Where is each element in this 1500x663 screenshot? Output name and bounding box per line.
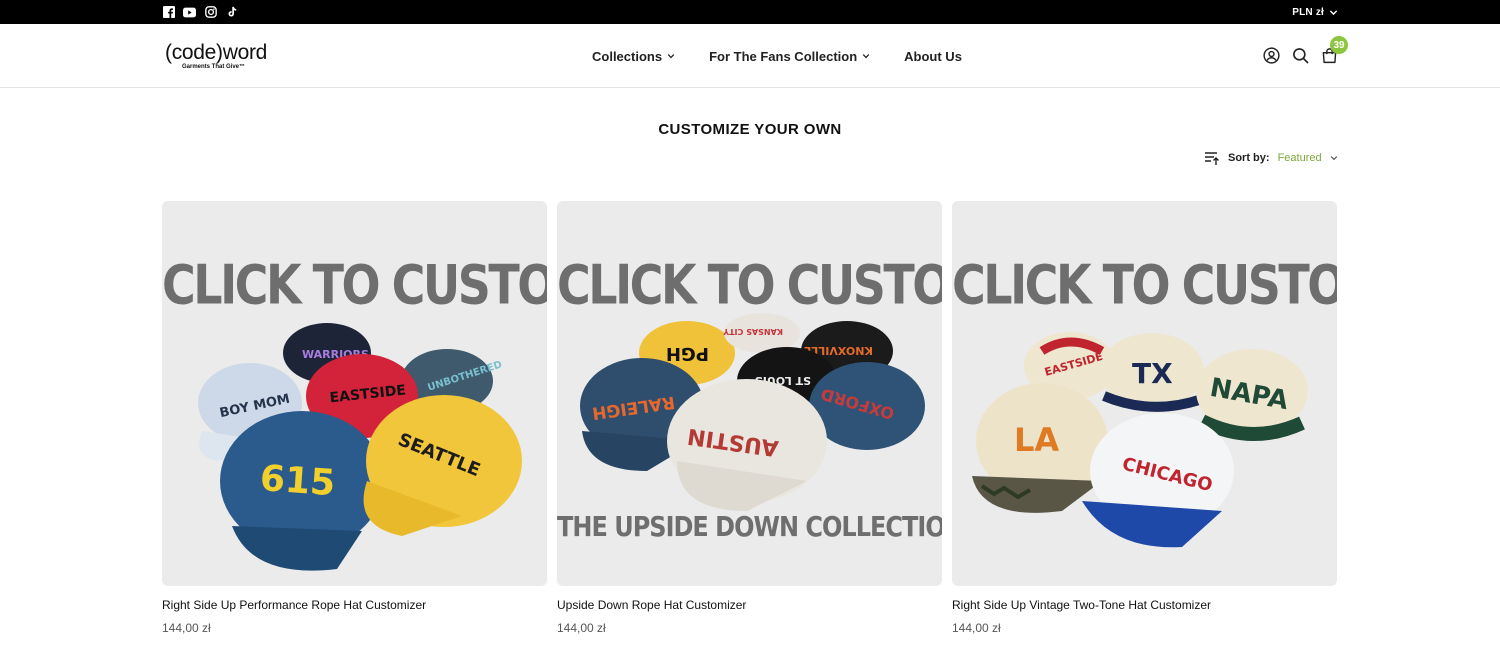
chevron-down-icon [1330, 156, 1337, 161]
page-title: CUSTOMIZE YOUR OWN [658, 121, 842, 138]
product-price: 144,00 zł [952, 621, 1001, 635]
hats-illustration: PGH KANSAS CITY KNOXVILLE ST LOUIS RALEI… [580, 313, 925, 511]
instagram-icon[interactable] [204, 6, 217, 19]
logo-tagline: Garments That Give™ [182, 63, 246, 70]
sort-label: Sort by: [1228, 152, 1270, 164]
site-logo[interactable]: (code)word Garments That Give™ [165, 42, 267, 70]
nav-label: About Us [904, 48, 962, 64]
nav-label: For The Fans Collection [709, 48, 858, 64]
product-card[interactable]: CLICK TO CUSTOMIZE EASTSIDE TX NAPA LA C… [952, 201, 1337, 635]
product-card[interactable]: CLICK TO CUSTOMIZE PGH KANSAS CITY KNOXV… [557, 201, 942, 635]
site-header: (code)word Garments That Give™ Collectio… [0, 24, 1500, 88]
cart-icon[interactable]: 39 [1321, 36, 1348, 64]
nav-collections[interactable]: Collections [592, 49, 675, 64]
youtube-icon[interactable] [183, 6, 196, 19]
hat-text: TX [1132, 357, 1173, 390]
product-image-subline: THE UPSIDE DOWN COLLECTION [557, 510, 942, 544]
sort-value[interactable]: Featured [1278, 152, 1338, 164]
product-image-headline: CLICK TO CUSTOMIZE [952, 253, 1337, 317]
product-name[interactable]: Right Side Up Performance Rope Hat Custo… [162, 598, 547, 612]
sort-value-text: Featured [1277, 152, 1322, 164]
product-card[interactable]: CLICK TO CUSTOMIZE WARRIORS UNBOTHERED B… [162, 201, 547, 635]
product-image[interactable]: CLICK TO CUSTOMIZE WARRIORS UNBOTHERED B… [162, 201, 547, 586]
social-links [162, 6, 238, 19]
currency-selector[interactable]: PLN zł [1292, 7, 1338, 18]
chevron-down-icon [1329, 9, 1338, 15]
product-name[interactable]: Upside Down Rope Hat Customizer [557, 598, 942, 612]
hat-text: 615 [259, 458, 337, 504]
product-price: 144,00 zł [557, 621, 606, 635]
product-image[interactable]: CLICK TO CUSTOMIZE PGH KANSAS CITY KNOXV… [557, 201, 942, 586]
nav-for-the-fans-collection[interactable]: For The Fans Collection [709, 49, 870, 64]
hat-text: LA [1014, 421, 1059, 459]
product-grid: CLICK TO CUSTOMIZE WARRIORS UNBOTHERED B… [162, 201, 1337, 635]
chevron-down-icon [667, 54, 675, 59]
search-icon[interactable] [1292, 47, 1309, 64]
main-nav: Collections For The Fans Collection Abou… [592, 24, 962, 88]
hat-text: KANSAS CITY [723, 327, 783, 336]
hat-text: PGH [666, 343, 709, 364]
chevron-down-icon [862, 54, 870, 59]
tiktok-icon[interactable] [225, 6, 238, 19]
header-icons: 39 [1263, 36, 1348, 64]
cart-count-badge: 39 [1330, 36, 1348, 54]
hats-illustration: WARRIORS UNBOTHERED BOY MOM EASTSIDE 615… [198, 323, 522, 571]
account-icon[interactable] [1263, 47, 1280, 64]
product-image-headline: CLICK TO CUSTOMIZE [162, 253, 547, 317]
logo-text: (code)word [165, 40, 268, 64]
nav-label: Collections [592, 48, 663, 64]
top-bar: PLN zł [0, 0, 1500, 24]
sort-icon [1205, 152, 1219, 165]
product-name[interactable]: Right Side Up Vintage Two-Tone Hat Custo… [952, 598, 1337, 612]
nav-about-us[interactable]: About Us [904, 49, 962, 64]
facebook-icon[interactable] [162, 6, 175, 19]
product-price: 144,00 zł [162, 621, 211, 635]
currency-label: PLN zł [1292, 6, 1324, 18]
hats-illustration: EASTSIDE TX NAPA LA CHICAGO [972, 332, 1308, 548]
product-image[interactable]: CLICK TO CUSTOMIZE EASTSIDE TX NAPA LA C… [952, 201, 1337, 586]
product-image-headline: CLICK TO CUSTOMIZE [557, 253, 942, 317]
sort-control[interactable]: Sort by: Featured [1204, 151, 1338, 165]
